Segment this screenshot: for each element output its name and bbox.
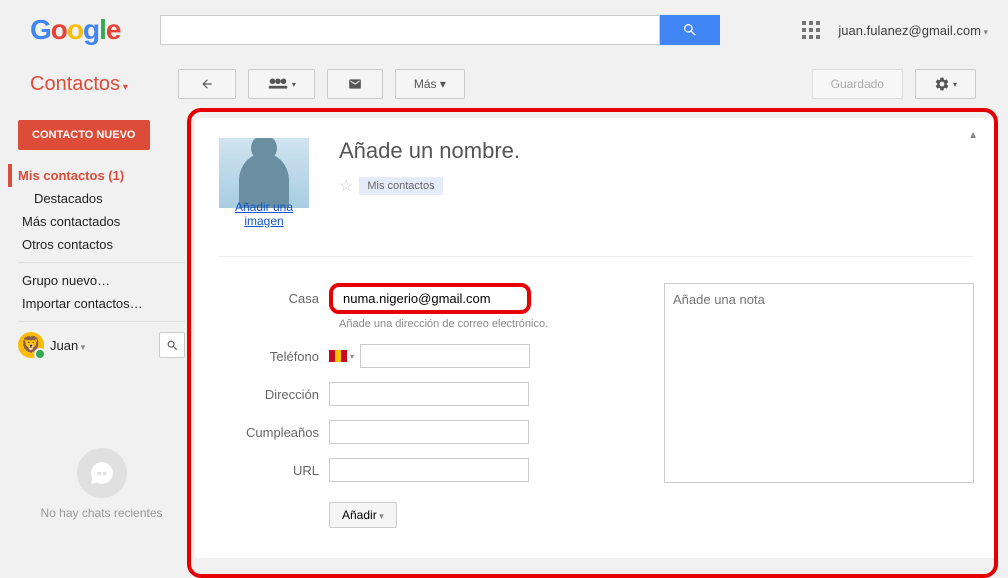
search-input[interactable] bbox=[160, 15, 660, 45]
search-button[interactable] bbox=[660, 15, 720, 45]
envelope-icon bbox=[346, 77, 364, 91]
google-logo[interactable]: Google bbox=[30, 14, 120, 46]
scroll-up-icon[interactable]: ▲ bbox=[968, 130, 978, 141]
sidebar: CONTACTO NUEVO Mis contactos (1) Destaca… bbox=[0, 108, 195, 568]
email-input[interactable] bbox=[329, 283, 531, 314]
address-label[interactable]: Dirección bbox=[219, 387, 329, 402]
add-field-button[interactable]: Añadir bbox=[329, 502, 397, 528]
contact-name-placeholder[interactable]: Añade un nombre. bbox=[339, 138, 974, 164]
birthday-label[interactable]: Cumpleaños bbox=[219, 425, 329, 440]
url-input[interactable] bbox=[329, 458, 529, 482]
apps-icon[interactable] bbox=[802, 21, 820, 39]
new-contact-button[interactable]: CONTACTO NUEVO bbox=[18, 120, 150, 150]
search-icon bbox=[682, 22, 698, 38]
phone-input[interactable] bbox=[360, 344, 530, 368]
phone-label[interactable]: Teléfono bbox=[219, 349, 329, 364]
note-textarea[interactable] bbox=[664, 283, 974, 483]
profile-name-dropdown[interactable]: Juan bbox=[50, 338, 153, 353]
address-input[interactable] bbox=[329, 382, 529, 406]
contact-card: ▲ Añadir una imagen Añade un nombre. ☆ M… bbox=[195, 118, 998, 558]
groups-button[interactable]: ▾ bbox=[248, 69, 315, 99]
email-label[interactable]: Casa bbox=[219, 291, 329, 306]
reply-arrow-icon bbox=[197, 77, 217, 91]
no-chats-label: No hay chats recientes bbox=[18, 506, 185, 520]
url-label[interactable]: URL bbox=[219, 463, 329, 478]
sidebar-item-featured[interactable]: Destacados bbox=[18, 187, 185, 210]
contact-avatar[interactable] bbox=[219, 138, 309, 208]
sidebar-item-most-contacted[interactable]: Más contactados bbox=[18, 210, 185, 233]
sidebar-item-my-contacts[interactable]: Mis contactos (1) bbox=[8, 164, 185, 187]
user-email-menu[interactable]: juan.fulanez@gmail.com bbox=[838, 23, 988, 38]
hangouts-icon bbox=[77, 448, 127, 498]
gear-icon bbox=[934, 76, 950, 92]
sidebar-item-other-contacts[interactable]: Otros contactos bbox=[18, 233, 185, 256]
settings-button[interactable]: ▾ bbox=[915, 69, 976, 99]
back-button[interactable] bbox=[178, 69, 236, 99]
birthday-input[interactable] bbox=[329, 420, 529, 444]
toolbar: Contactos ▾ Más ▾ Guardado ▾ bbox=[0, 60, 1008, 108]
spain-flag-icon bbox=[329, 350, 347, 362]
star-icon[interactable]: ☆ bbox=[339, 176, 353, 196]
sidebar-item-import[interactable]: Importar contactos… bbox=[18, 292, 185, 315]
email-hint[interactable]: Añade una dirección de correo electrónic… bbox=[339, 318, 640, 330]
country-flag-select[interactable]: ▾ bbox=[329, 350, 354, 362]
header: Google juan.fulanez@gmail.com bbox=[0, 0, 1008, 60]
saved-status: Guardado bbox=[812, 69, 903, 99]
sidebar-item-new-group[interactable]: Grupo nuevo… bbox=[18, 269, 185, 292]
profile-avatar[interactable]: 🦁 bbox=[18, 332, 44, 358]
email-button[interactable] bbox=[327, 69, 383, 99]
sidebar-search-button[interactable] bbox=[159, 332, 185, 358]
group-icon bbox=[267, 77, 289, 91]
add-image-link[interactable]: Añadir una imagen bbox=[219, 200, 309, 228]
contacts-title-dropdown[interactable]: Contactos bbox=[30, 73, 128, 96]
search-icon bbox=[166, 339, 179, 352]
group-tag[interactable]: Mis contactos bbox=[359, 177, 442, 195]
more-button[interactable]: Más ▾ bbox=[395, 69, 465, 99]
